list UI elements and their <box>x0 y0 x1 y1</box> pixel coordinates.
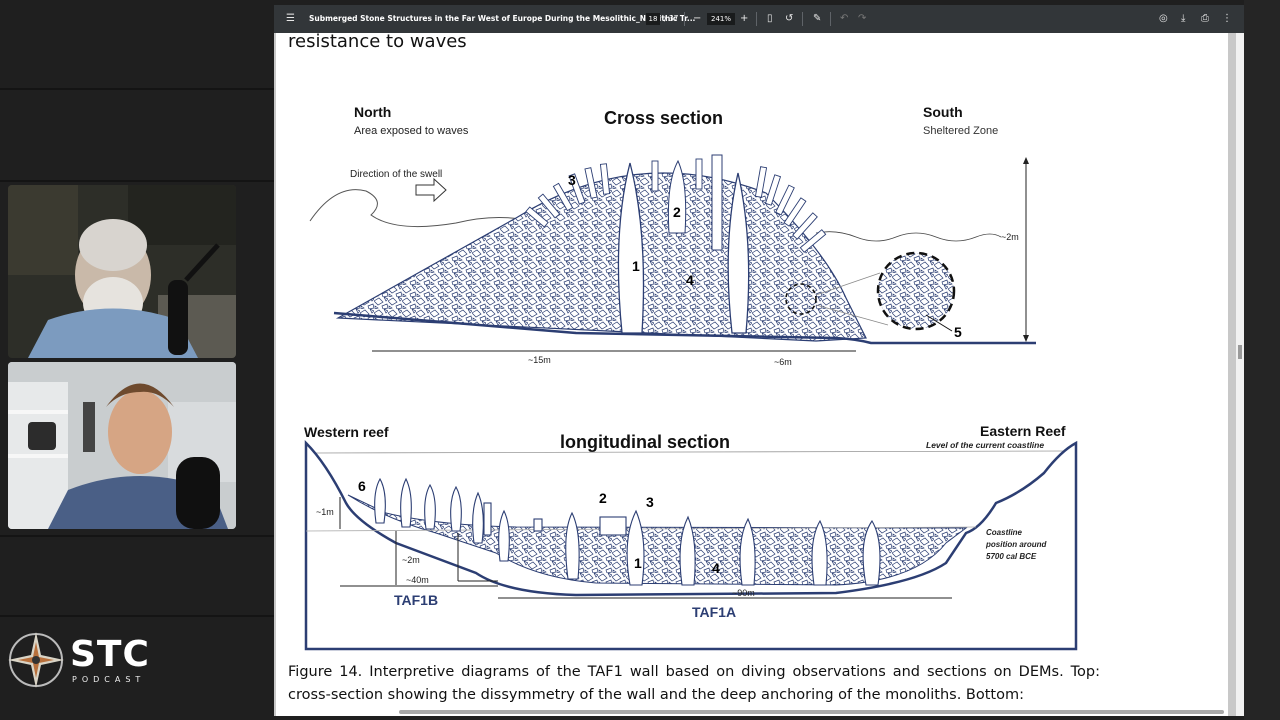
cross-label-4: 4 <box>686 272 694 288</box>
taf1a-label: TAF1A <box>692 604 736 620</box>
figure-14-diagram: North Area exposed to waves Cross sectio… <box>304 104 1078 651</box>
upright-slab <box>711 154 723 251</box>
depth-2m-label: ~2m <box>402 555 420 565</box>
cross-section-title: Cross section <box>604 108 723 128</box>
arrowhead-icon <box>1023 157 1029 164</box>
height-label: ~2m <box>1001 232 1019 242</box>
width-label-left: ~15m <box>528 355 551 365</box>
long-label-2: 2 <box>599 490 607 506</box>
page-number-input[interactable]: 18 <box>646 13 660 25</box>
pdf-page: resistance to waves North Area exposed t… <box>276 31 1228 716</box>
taf1b-label: TAF1B <box>394 592 438 608</box>
cross-label-1: 1 <box>632 258 640 274</box>
arrowhead-icon <box>1023 335 1029 342</box>
figure-caption: Figure 14. Interpretive diagrams of the … <box>288 664 1100 703</box>
toolbar-divider <box>802 12 803 26</box>
old-coastline-label-2: position around <box>985 540 1048 549</box>
download-icon[interactable]: ⤓ <box>1181 5 1185 33</box>
webcam-host-1 <box>8 185 236 358</box>
document-title: Submerged Stone Structures in the Far We… <box>309 14 696 23</box>
long-label-1: 1 <box>634 555 642 571</box>
cross-label-3: 3 <box>568 172 576 188</box>
cross-label-5: 5 <box>954 324 962 340</box>
rotate-icon[interactable]: ↺ <box>785 5 793 33</box>
toolbar-divider <box>684 12 685 26</box>
zoom-input[interactable]: 241% <box>707 13 735 25</box>
coastline-label: Level of the current coastline <box>926 440 1044 450</box>
stc-podcast-logo: STC PODCAST <box>6 630 156 690</box>
length-40m-label: ~40m <box>406 575 429 585</box>
south-label: South <box>923 104 963 120</box>
old-coastline-label-1: Coastline <box>986 528 1023 537</box>
compass-rose-icon <box>8 632 64 688</box>
menu-icon[interactable]: ☰ <box>286 5 295 33</box>
draw-icon[interactable]: ✎ <box>813 5 821 33</box>
more-icon[interactable]: ⋮ <box>1222 5 1232 33</box>
long-label-6: 6 <box>358 478 366 494</box>
old-coastline-label-3: 5700 cal BCE <box>986 552 1037 561</box>
eastern-reef-label: Eastern Reef <box>980 423 1066 439</box>
detail-circle-large <box>876 251 956 331</box>
swell-label: Direction of the swell <box>350 169 442 180</box>
webcam-host-2 <box>8 362 236 529</box>
western-reef-label: Western reef <box>304 424 389 440</box>
print-icon[interactable]: ⎙ <box>1201 5 1209 33</box>
width-label-right: ~6m <box>774 357 792 367</box>
edit-icon[interactable]: ◎ <box>1159 5 1168 33</box>
logo-text: STC <box>70 634 150 675</box>
pdf-toolbar: ☰ Submerged Stone Structures in the Far … <box>274 5 1244 33</box>
depth-1m-label: ~1m <box>316 507 334 517</box>
north-label: North <box>354 104 391 120</box>
vertical-scrollbar[interactable] <box>1236 33 1244 716</box>
redo-icon[interactable]: ↷ <box>858 5 866 33</box>
fit-page-icon[interactable]: ▯ <box>767 5 773 33</box>
cross-label-2: 2 <box>673 204 681 220</box>
webcam-host-2-image <box>8 362 236 529</box>
south-sublabel: Sheltered Zone <box>923 125 998 137</box>
longitudinal-title: longitudinal section <box>560 432 730 452</box>
pdf-viewer: ☰ Submerged Stone Structures in the Far … <box>274 5 1244 716</box>
horizontal-scrollbar-thumb[interactable] <box>399 710 1224 714</box>
swell-arrow-icon <box>415 177 447 203</box>
long-label-4: 4 <box>712 560 720 576</box>
long-label-3: 3 <box>646 494 654 510</box>
length-90m-label: ~90m <box>732 588 755 598</box>
vertical-scrollbar-thumb[interactable] <box>1238 345 1242 359</box>
water-surface-line <box>815 231 1002 242</box>
zoom-in-icon[interactable]: + <box>740 5 748 33</box>
webcam-host-1-image <box>8 185 236 358</box>
stone-2 <box>667 159 687 234</box>
right-background-strip <box>1244 0 1280 720</box>
zoom-out-icon[interactable]: − <box>693 5 701 33</box>
undo-icon[interactable]: ↶ <box>840 5 848 33</box>
page-total: / 37 <box>664 14 679 23</box>
logo-subtext: PODCAST <box>72 675 146 684</box>
toolbar-divider <box>830 12 831 26</box>
toolbar-divider <box>756 12 757 26</box>
north-sublabel: Area exposed to waves <box>354 125 469 137</box>
